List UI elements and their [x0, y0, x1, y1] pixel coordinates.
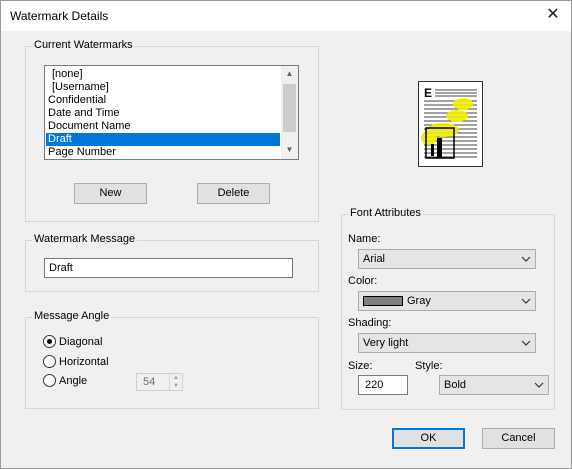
list-item[interactable]: Confidential	[46, 94, 280, 107]
close-icon[interactable]: ✕	[541, 4, 565, 28]
message-angle-label: Message Angle	[32, 310, 112, 322]
chevron-down-icon	[521, 298, 531, 304]
spin-down-icon: ▼	[169, 382, 182, 390]
dialog-title: Watermark Details	[10, 9, 109, 23]
size-label: Size:	[348, 360, 373, 372]
chevron-down-icon	[521, 256, 531, 262]
new-button[interactable]: New	[74, 183, 147, 204]
chevron-down-icon	[534, 382, 544, 388]
scroll-thumb[interactable]	[283, 84, 296, 132]
scroll-down-icon[interactable]: ▼	[281, 142, 298, 159]
list-item[interactable]: Page Number	[46, 146, 280, 159]
diagonal-label: Diagonal	[59, 335, 103, 348]
color-label: Color:	[348, 275, 378, 287]
color-value: Gray	[407, 295, 431, 307]
radio-icon	[43, 355, 56, 368]
font-style-select[interactable]: Bold	[439, 375, 549, 395]
list-item[interactable]: [none]	[46, 68, 280, 81]
ok-button[interactable]: OK	[392, 428, 465, 449]
list-item[interactable]: Document Name	[46, 120, 280, 133]
list-item-selected[interactable]: Draft	[46, 133, 280, 146]
font-attributes-label: Font Attributes	[348, 207, 423, 219]
angle-stepper: 54 ▲ ▼	[136, 373, 183, 391]
shading-label: Shading:	[348, 317, 392, 329]
font-size-input[interactable]: 220	[358, 375, 408, 395]
watermark-message-input[interactable]: Draft	[44, 258, 293, 278]
horizontal-radio[interactable]: Horizontal	[43, 355, 109, 368]
preview-page-icon: E	[421, 86, 477, 159]
shading-value: Very light	[363, 337, 409, 349]
diagonal-radio[interactable]: Diagonal	[43, 335, 102, 348]
current-watermarks-label: Current Watermarks	[32, 39, 135, 51]
list-item[interactable]: Date and Time	[46, 107, 280, 120]
angle-radio[interactable]: Angle	[43, 374, 87, 387]
watermark-list[interactable]: [none] [Username] Confidential Date and …	[44, 65, 299, 160]
font-name-label: Name:	[348, 233, 381, 245]
color-select[interactable]: Gray	[358, 291, 536, 311]
horizontal-label: Horizontal	[59, 355, 109, 368]
font-name-value: Arial	[363, 253, 386, 265]
shading-select[interactable]: Very light	[358, 333, 536, 353]
cancel-button[interactable]: Cancel	[482, 428, 555, 449]
color-swatch	[363, 296, 403, 306]
style-label: Style:	[415, 360, 443, 372]
watermark-preview: E	[418, 81, 483, 167]
preview-letter: E	[424, 86, 432, 100]
chevron-down-icon	[521, 340, 531, 346]
watermark-details-dialog: Watermark Details ✕ Current Watermarks […	[0, 0, 572, 469]
title-bar: Watermark Details ✕	[1, 1, 571, 31]
angle-label: Angle	[59, 374, 88, 387]
angle-value: 54	[143, 376, 156, 388]
font-style-value: Bold	[444, 379, 467, 391]
list-scrollbar[interactable]: ▲ ▼	[281, 66, 298, 159]
font-name-select[interactable]: Arial	[358, 249, 536, 269]
watermark-message-label: Watermark Message	[32, 233, 138, 245]
radio-selected-icon	[43, 335, 56, 348]
list-item[interactable]: [Username]	[46, 81, 280, 94]
spin-up-icon: ▲	[169, 374, 182, 382]
scroll-up-icon[interactable]: ▲	[281, 66, 298, 83]
radio-icon	[43, 374, 56, 387]
delete-button[interactable]: Delete	[197, 183, 270, 204]
